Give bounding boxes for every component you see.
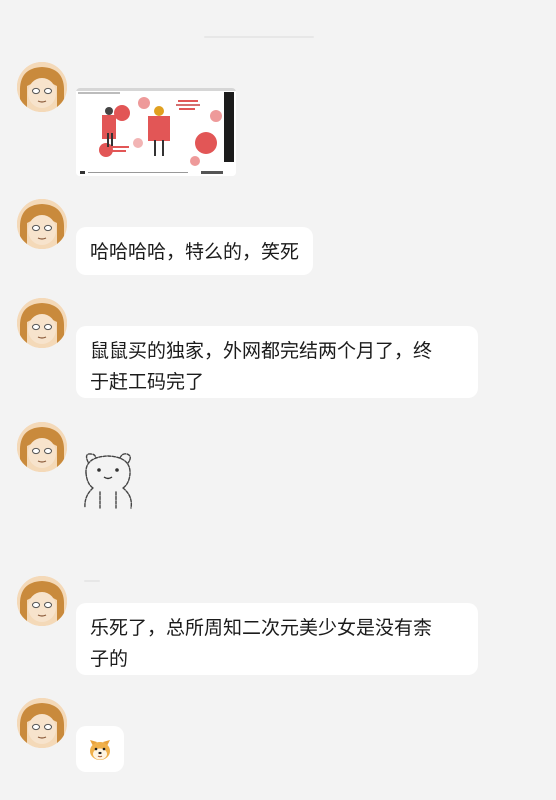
cartoon-girl-avatar-icon [17,298,67,348]
cartoon-girl-avatar-icon [17,199,67,249]
video-preview-image [76,88,236,176]
cartoon-girl-avatar-icon [17,422,67,472]
avatar[interactable] [17,576,67,626]
avatar[interactable] [17,422,67,472]
shiba-dog-emoji-icon [90,740,110,760]
message-emoji-bubble[interactable] [76,726,124,772]
bear-sticker-icon[interactable] [76,448,140,510]
message-text-bubble[interactable]: 乐死了，总所周知二次元美少女是没有柰 子的 [76,603,478,675]
avatar[interactable] [17,698,67,748]
cartoon-girl-avatar-icon [17,62,67,112]
avatar[interactable] [17,199,67,249]
message-text-bubble[interactable]: 哈哈哈哈，特么的，笑死 [76,227,314,275]
cartoon-girl-avatar-icon [17,698,67,748]
timestamp-line [84,580,100,582]
cartoon-girl-avatar-icon [17,576,67,626]
timestamp-line [204,36,314,38]
message-text-bubble[interactable]: 鼠鼠买的独家，外网都完结两个月了，终 于赶工码完了 [76,326,478,398]
avatar[interactable] [17,298,67,348]
video-thumbnail[interactable] [76,88,236,176]
avatar[interactable] [17,62,67,112]
